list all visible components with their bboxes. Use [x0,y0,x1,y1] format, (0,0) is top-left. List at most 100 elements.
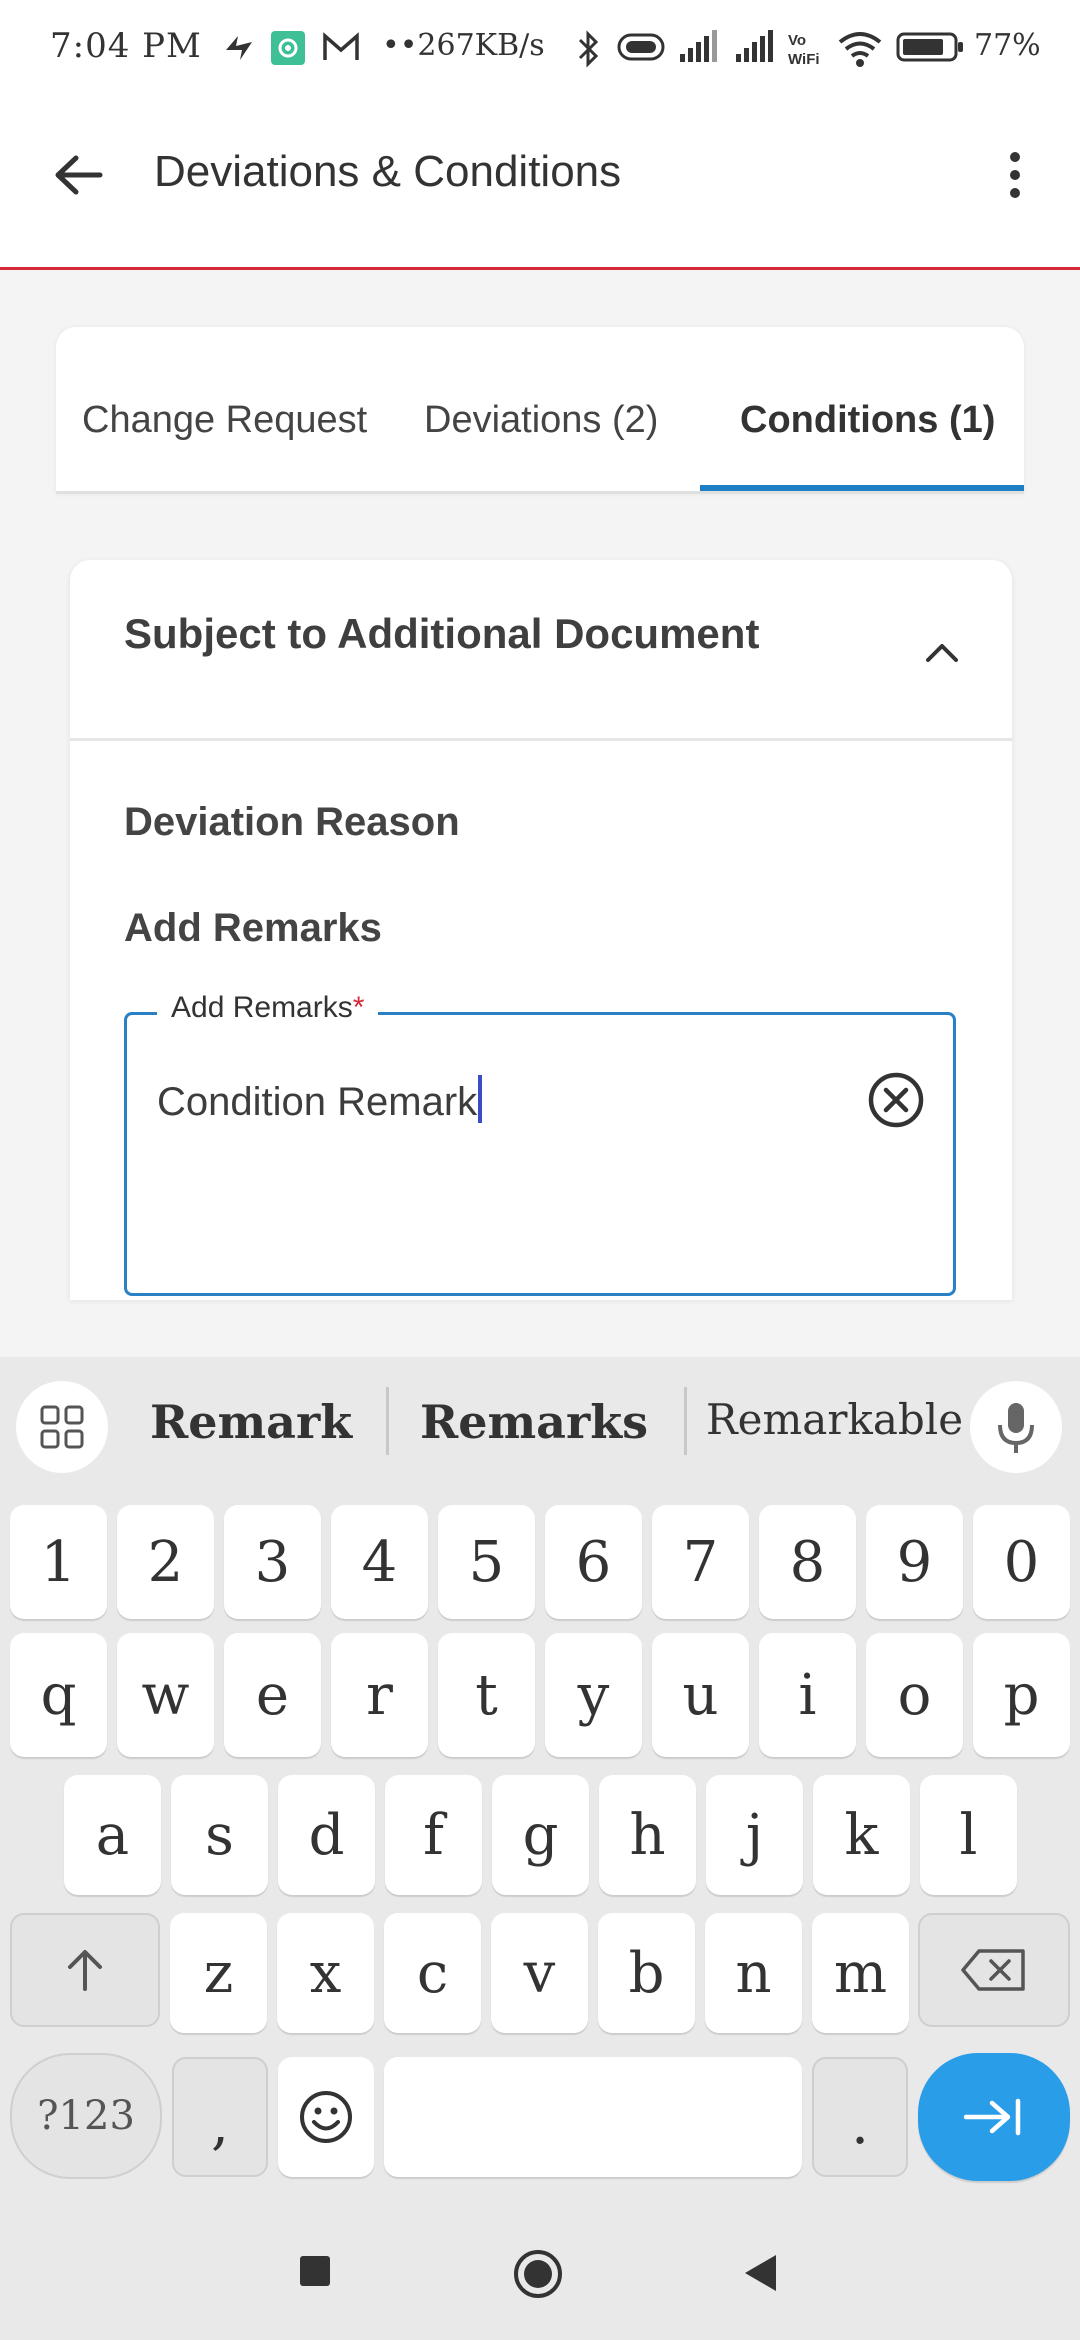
remarks-input-value: Condition Remark [157,1080,478,1124]
key-4[interactable]: 4 [331,1505,428,1619]
status-time: 7:04 PM [50,26,202,66]
suggestion-separator [684,1387,687,1455]
key-c[interactable]: c [384,1913,481,2033]
text-cursor [478,1075,483,1123]
key-x[interactable]: x [277,1913,374,2033]
remarks-field-label-text: Add Remarks [171,991,353,1024]
key-2[interactable]: 2 [117,1505,214,1619]
chevron-up-icon[interactable] [920,630,964,674]
network-speed: ••267KB/s [382,28,545,63]
key-6[interactable]: 6 [545,1505,642,1619]
key-o[interactable]: o [866,1633,963,1757]
key-d[interactable]: d [278,1775,375,1895]
condition-card: Subject to Additional Document Deviation… [70,560,1012,1300]
symbols-key[interactable]: ?123 [10,2053,162,2179]
wifi-icon [838,32,882,67]
emoji-icon [300,2091,352,2143]
suggestion-separator [386,1387,389,1455]
key-i[interactable]: i [759,1633,856,1757]
key-t[interactable]: t [438,1633,535,1757]
app-bar: Deviations & Conditions [0,95,1080,270]
key-g[interactable]: g [492,1775,589,1895]
remarks-text-field[interactable]: Add Remarks* Condition Remark [124,991,956,1296]
tab-bar: Change Request Deviations (2) Conditions… [56,327,1024,494]
key-b[interactable]: b [598,1913,695,2033]
key-a[interactable]: a [64,1775,161,1895]
key-w[interactable]: w [117,1633,214,1757]
suggestion-2[interactable]: Remarks [420,1395,648,1449]
battery-percent: 77% [974,28,1041,63]
key-n[interactable]: n [705,1913,802,2033]
backspace-icon [961,1949,1025,1991]
tab-deviations[interactable]: Deviations (2) [424,399,658,442]
enter-next-key[interactable] [918,2053,1070,2181]
required-marker: * [352,991,365,1024]
key-9[interactable]: 9 [866,1505,963,1619]
notification-icon [226,36,252,60]
key-z[interactable]: z [170,1913,267,2033]
key-3[interactable]: 3 [224,1505,321,1619]
key-h[interactable]: h [599,1775,696,1895]
key-5[interactable]: 5 [438,1505,535,1619]
home-icon[interactable] [512,2248,564,2300]
signal-icon-1 [680,30,717,62]
tab-change-request[interactable]: Change Request [82,399,367,442]
key-0[interactable]: 0 [973,1505,1070,1619]
key-y[interactable]: y [545,1633,642,1757]
key-s[interactable]: s [171,1775,268,1895]
page-title: Deviations & Conditions [154,147,622,196]
deviation-reason-label: Deviation Reason [124,800,460,844]
gmail-icon [323,32,359,60]
tab-selected-indicator [700,485,1024,491]
key-m[interactable]: m [812,1913,909,2033]
divider [70,738,1012,741]
apps-grid-icon [40,1405,84,1449]
space-key[interactable] [384,2057,802,2177]
condition-title[interactable]: Subject to Additional Document [124,610,759,658]
microphone-icon [998,1403,1034,1453]
signal-icon-2 [736,30,773,62]
remarks-field-label: Add Remarks* [157,991,379,1025]
vibrate-icon [617,33,665,61]
key-r[interactable]: r [331,1633,428,1757]
key-e[interactable]: e [224,1633,321,1757]
key-7[interactable]: 7 [652,1505,749,1619]
key-1[interactable]: 1 [10,1505,107,1619]
status-bar: 7:04 PM ••267KB/s Vo WiFi 77% [0,0,1080,95]
suggestion-3[interactable]: Remarkable [706,1395,963,1444]
svg-text:Vo: Vo [788,32,806,49]
key-k[interactable]: k [813,1775,910,1895]
key-v[interactable]: v [491,1913,588,2033]
svg-text:WiFi: WiFi [788,51,820,68]
key-8[interactable]: 8 [759,1505,856,1619]
period-key[interactable]: . [812,2057,908,2177]
clear-text-icon[interactable] [867,1071,925,1129]
vowifi-icon: Vo WiFi [788,32,820,68]
shift-arrow-icon [68,1950,102,1991]
more-options-icon[interactable] [1000,145,1030,205]
comma-key[interactable]: , [172,2057,268,2177]
next-field-icon [963,2098,1021,2136]
tab-conditions[interactable]: Conditions (1) [740,399,995,442]
back-triangle-icon[interactable] [742,2252,780,2294]
suggestion-bar: Remark Remarks Remarkable [0,1357,1080,1482]
soft-keyboard: Remark Remarks Remarkable 1234567890 qwer… [0,1357,1080,2210]
key-j[interactable]: j [706,1775,803,1895]
keyboard-menu-button[interactable] [16,1381,108,1473]
shift-key[interactable] [10,1913,160,2027]
key-f[interactable]: f [385,1775,482,1895]
battery-icon [896,32,963,62]
recents-icon[interactable] [298,2254,332,2288]
emoji-key[interactable] [278,2057,374,2177]
key-p[interactable]: p [973,1633,1070,1757]
key-q[interactable]: q [10,1633,107,1757]
key-u[interactable]: u [652,1633,749,1757]
backspace-key[interactable] [918,1913,1070,2027]
hotspot-app-icon [271,31,305,65]
back-arrow-icon[interactable] [48,145,108,205]
add-remarks-heading: Add Remarks [124,906,382,950]
suggestion-1[interactable]: Remark [150,1395,352,1449]
key-l[interactable]: l [920,1775,1017,1895]
remarks-input[interactable]: Condition Remark [157,1075,483,1125]
voice-input-button[interactable] [970,1381,1062,1473]
